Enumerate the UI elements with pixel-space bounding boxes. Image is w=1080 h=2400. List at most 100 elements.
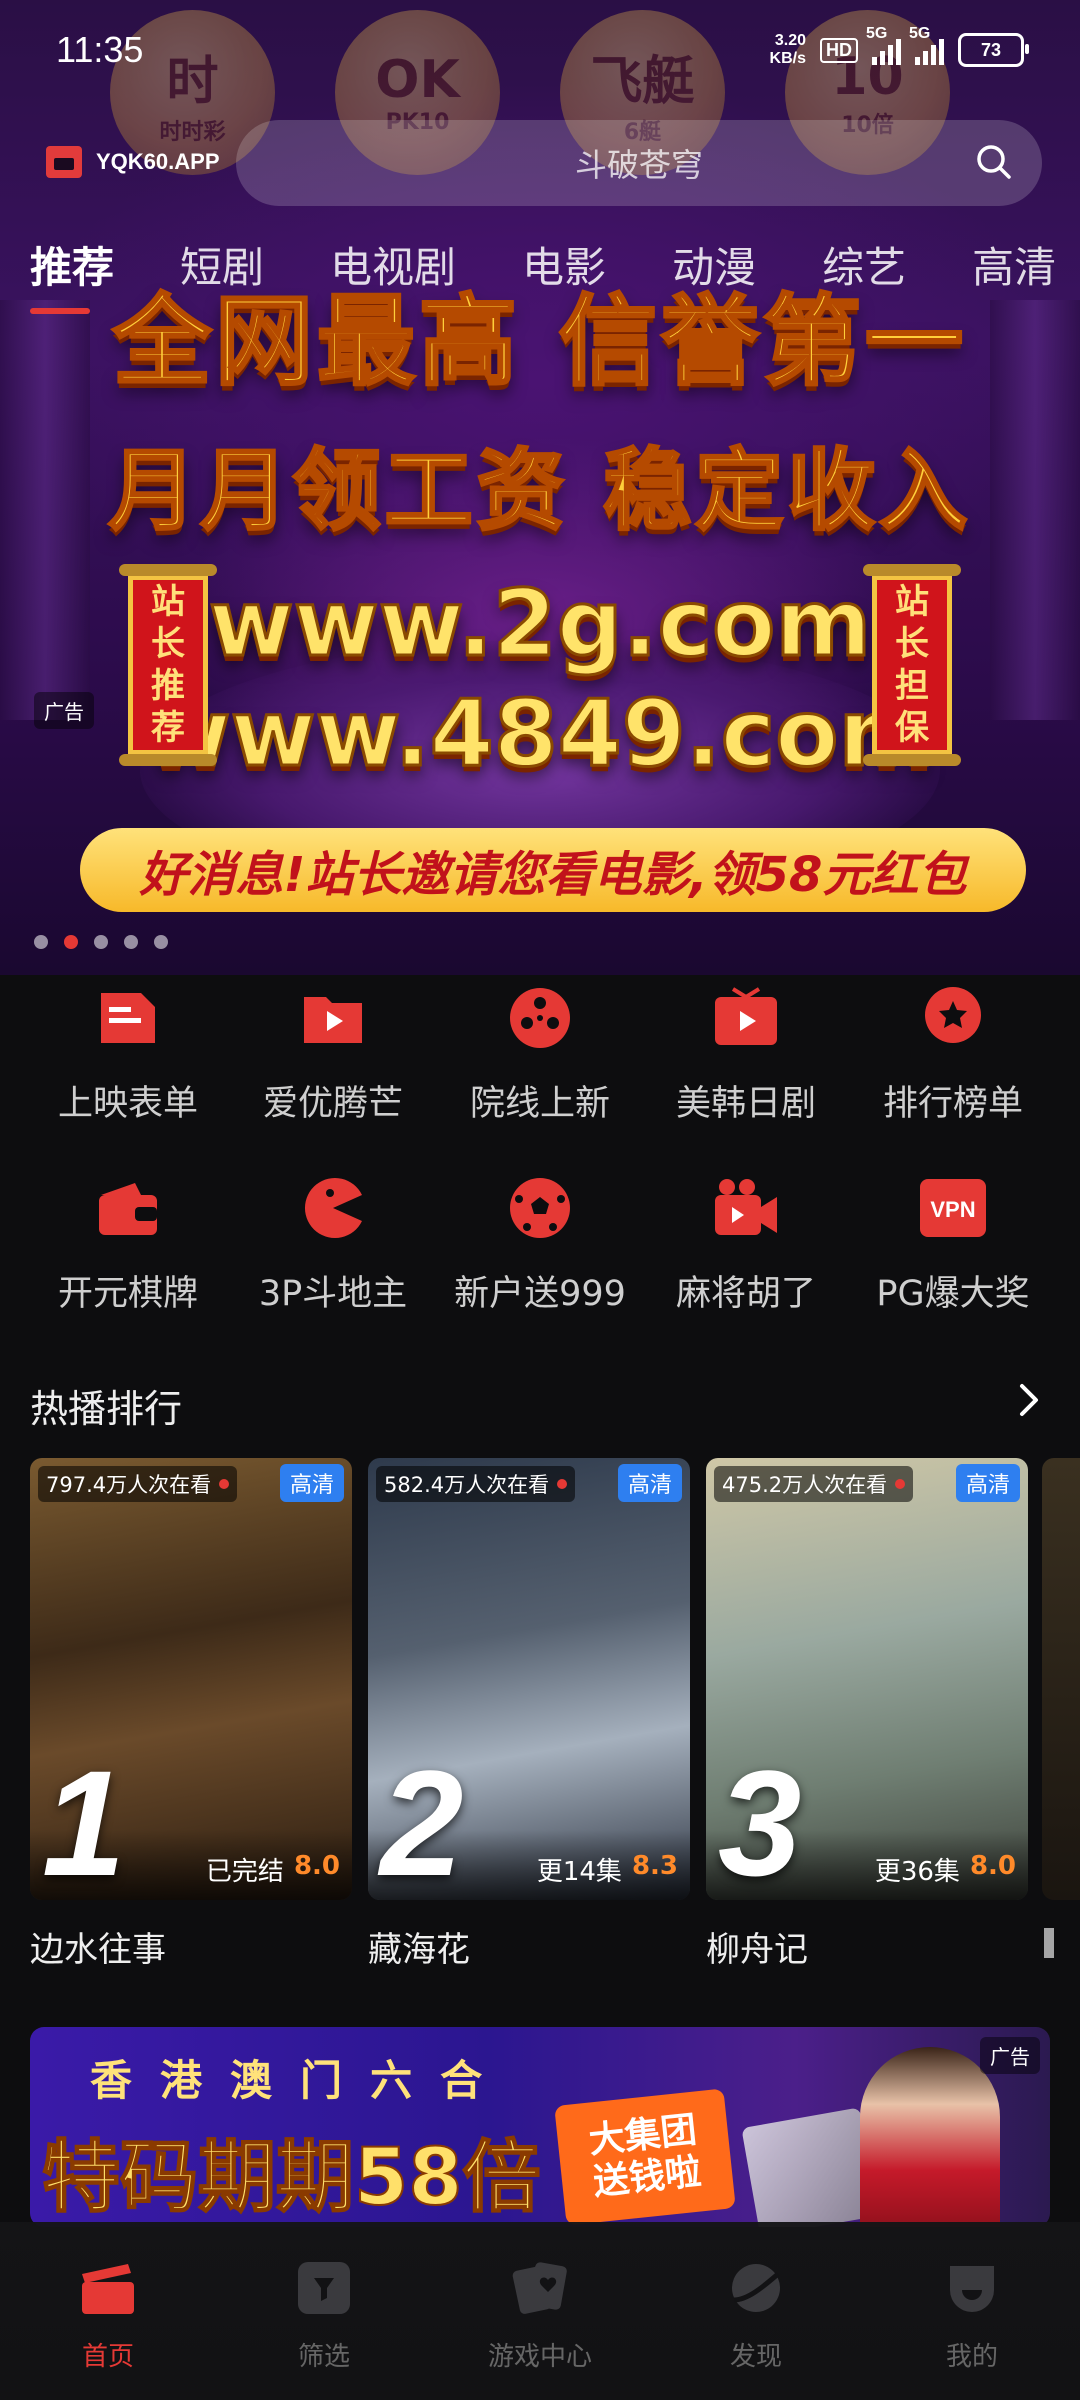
score: 8.3 [631, 1851, 678, 1881]
carousel-dot[interactable] [94, 935, 108, 949]
nav-discover[interactable]: 发现 [648, 2258, 864, 2373]
viewer-count: 797.4万人次在看 [38, 1466, 238, 1502]
hot-ranking-list: 797.4万人次在看 高清 1 已完结 8.0 边水往事 582.4万人次在看 高… [30, 1458, 1080, 1978]
live-dot-icon [219, 1479, 230, 1489]
grid-item-schedule[interactable]: 上映表单 [20, 985, 236, 1126]
tab-movie[interactable]: 电影 [522, 234, 606, 295]
net-speed-unit: KB/s [769, 50, 806, 67]
chevron-right-icon[interactable] [1014, 1380, 1044, 1420]
episode-info: 更36集 8.0 [875, 1851, 1016, 1888]
carousel-dot[interactable] [124, 935, 138, 949]
grid-item-ranking[interactable]: 排行榜单 [845, 985, 1061, 1126]
card-title-partial [1044, 1928, 1054, 1958]
grid-label: 3P斗地主 [258, 1274, 408, 1314]
card-title[interactable]: 柳舟记 [706, 1922, 1028, 1971]
film-reel-icon [510, 988, 570, 1048]
playing-cards-image [741, 2107, 879, 2227]
ranking-card[interactable]: 797.4万人次在看 高清 1 已完结 8.0 边水往事 [30, 1458, 352, 1971]
episode-status: 已完结 [205, 1857, 284, 1887]
tab-recommend[interactable]: 推荐 [30, 234, 114, 295]
scroll-banner-right: 站长担保 [863, 564, 961, 766]
ranking-card-partial[interactable] [1042, 1458, 1080, 1900]
episode-status: 更14集 [536, 1857, 622, 1887]
tab-short-drama[interactable]: 短剧 [180, 234, 264, 295]
signal-icon: 5G [909, 25, 944, 65]
episode-status: 更36集 [874, 1857, 960, 1887]
search-bar[interactable]: 斗破苍穹 [236, 120, 1042, 206]
poster-image[interactable]: 797.4万人次在看 高清 1 已完结 8.0 [30, 1458, 352, 1900]
grid-label: 爱优腾芒 [262, 1084, 403, 1124]
episode-info: 更14集 8.3 [537, 1851, 678, 1888]
nav-game-center[interactable]: 游戏中心 [432, 2258, 648, 2373]
grid-label: 院线上新 [469, 1084, 610, 1124]
section-title: 热播排行 [30, 1387, 183, 1431]
nav-home[interactable]: 首页 [0, 2258, 216, 2373]
vpn-icon: VPN [920, 1179, 986, 1237]
nav-profile[interactable]: 我的 [864, 2258, 1080, 2373]
nav-label: 首页 [81, 2342, 134, 2372]
rank-number: 2 [380, 1739, 464, 1900]
grid-label: 美韩日剧 [675, 1084, 816, 1124]
grid-label: 上映表单 [57, 1084, 198, 1124]
bottom-ad-banner[interactable]: 香港澳 门六合 特码期期58倍 大集团 送钱啦 广告 [30, 2027, 1050, 2227]
app-logo[interactable]: YQK60.APP [46, 146, 220, 178]
active-tab-indicator [30, 308, 90, 314]
tab-hd[interactable]: 高清 [972, 234, 1056, 295]
promo-pill[interactable]: 好消息!站长邀请您看电影,领58元红包 [80, 828, 1026, 912]
grid-item-pg[interactable]: VPN PG爆大奖 [845, 1175, 1061, 1316]
card-title[interactable]: 边水往事 [30, 1922, 352, 1971]
grid-item-landlord[interactable]: 3P斗地主 [225, 1175, 441, 1316]
hd-voice-icon: HD [820, 37, 858, 63]
play-folder-icon [304, 997, 362, 1043]
tab-variety[interactable]: 综艺 [822, 234, 906, 295]
ad-tag: 广告 [34, 692, 94, 729]
clock: 11:35 [56, 29, 144, 70]
bottom-nav: 首页 筛选 游戏中心 发现 我的 [0, 2222, 1080, 2400]
grid-item-cinema[interactable]: 院线上新 [432, 985, 648, 1126]
grid-label: PG爆大奖 [876, 1274, 1030, 1314]
filter-icon [298, 2262, 350, 2314]
ad-headline-2: 月月领工资 稳定收入 [107, 438, 972, 544]
model-image [860, 2047, 1000, 2227]
tab-anime[interactable]: 动漫 [672, 234, 756, 295]
hd-badge: 高清 [955, 1464, 1020, 1502]
viewer-count: 475.2万人次在看 [714, 1466, 914, 1502]
grid-item-bonus[interactable]: 新户送999 [432, 1175, 648, 1316]
grid-item-mahjong[interactable]: 麻将胡了 [638, 1175, 854, 1316]
live-dot-icon [895, 1479, 906, 1489]
carousel-dot-active[interactable] [64, 935, 78, 949]
viewer-count: 582.4万人次在看 [376, 1466, 576, 1502]
nav-filter[interactable]: 筛选 [216, 2258, 432, 2373]
tv-play-icon [715, 987, 777, 1045]
scroll-banner-left: 站长推荐 [119, 564, 217, 766]
ranking-card[interactable]: 475.2万人次在看 高清 3 更36集 8.0 柳舟记 [706, 1458, 1028, 1971]
net-speed-value: 3.20 [774, 32, 806, 49]
battery-icon: 73 [958, 33, 1029, 67]
tab-tv-series[interactable]: 电视剧 [330, 234, 456, 295]
grid-item-drama[interactable]: 美韩日剧 [638, 985, 854, 1126]
net-speed: 3.20 KB/s [770, 32, 806, 68]
carousel-dots [34, 935, 168, 949]
ad-tag: 广告 [980, 2037, 1040, 2074]
grid-item-streaming[interactable]: 爱优腾芒 [225, 985, 441, 1126]
carousel-dot[interactable] [34, 935, 48, 949]
planet-icon [732, 2264, 780, 2312]
nav-label: 游戏中心 [487, 2342, 592, 2372]
network-type: 5G [909, 25, 931, 42]
score: 8.0 [293, 1851, 340, 1881]
status-bar: 11:35 3.20 KB/s HD 5G 5G 73 [0, 0, 1080, 100]
ranking-star-icon [925, 987, 981, 1043]
episode-info: 已完结 8.0 [206, 1851, 340, 1888]
pacman-icon [304, 1178, 362, 1238]
poster-image[interactable]: 475.2万人次在看 高清 3 更36集 8.0 [706, 1458, 1028, 1900]
signal-icon: 5G [866, 25, 901, 65]
grid-item-chess[interactable]: 开元棋牌 [20, 1175, 236, 1316]
search-icon[interactable] [974, 142, 1014, 182]
nav-label: 筛选 [297, 2342, 350, 2372]
nav-label: 我的 [945, 2342, 998, 2372]
grid-label: 开元棋牌 [57, 1274, 198, 1314]
carousel-dot[interactable] [154, 935, 168, 949]
card-title[interactable]: 藏海花 [368, 1922, 690, 1971]
ranking-card[interactable]: 582.4万人次在看 高清 2 更14集 8.3 藏海花 [368, 1458, 690, 1971]
poster-image[interactable]: 582.4万人次在看 高清 2 更14集 8.3 [368, 1458, 690, 1900]
